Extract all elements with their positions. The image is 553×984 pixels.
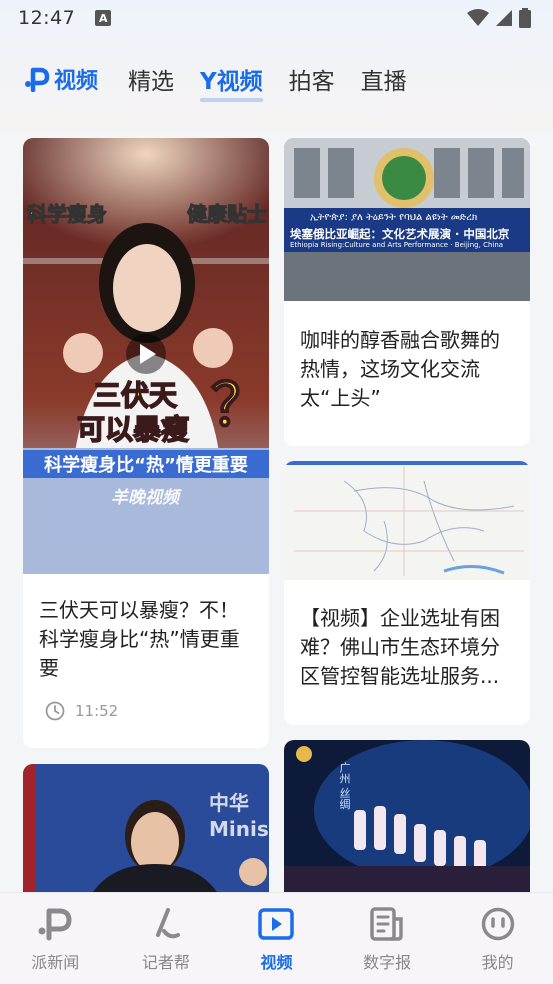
overlay-banner: 科学瘦身比“热”情更重要	[23, 450, 269, 478]
banner-line-3: Ethiopia Rising:Culture and Arts Perform…	[290, 241, 504, 249]
duration-text: 11:52	[75, 702, 119, 720]
map-thumbnail-art	[284, 461, 530, 580]
overlay-top-left: 科学瘦身	[27, 202, 108, 227]
bottom-tab-label: 派新闻	[31, 953, 80, 972]
overlay-question-mark: ？	[210, 370, 269, 440]
status-indicators	[467, 8, 531, 28]
pai-logo-icon	[25, 67, 50, 92]
bottom-tab-pai-news[interactable]: 派新闻	[10, 907, 100, 973]
bottom-tab-digital-paper[interactable]: 数字报	[342, 907, 432, 973]
video-card-4[interactable]: 中华 Minis	[23, 764, 269, 892]
brand-video-logo[interactable]: 视频	[24, 63, 98, 95]
video-play-icon	[258, 908, 295, 940]
brand-label: 视频	[54, 69, 99, 94]
signal-icon	[496, 10, 512, 26]
thumbnail-art	[284, 740, 530, 892]
clock-icon	[45, 701, 65, 721]
video-thumbnail: ኢትዮጵያ: ያለ ትዕይንት የባህል ልዩነት መድረክ 埃塞俄比亚崛起：文…	[284, 138, 530, 301]
banner-line-1: ኢትዮጵያ: ያለ ትዕይንት የባህል ልዩነት መድረክ	[310, 212, 478, 223]
overlay-headline-2: 可以暴瘦	[76, 412, 190, 447]
bottom-tab-mine[interactable]: 我的	[453, 907, 543, 973]
profile-face-icon	[481, 907, 514, 941]
newspaper-icon	[370, 907, 403, 941]
tab-live[interactable]: 直播	[361, 62, 407, 96]
watermark-logo: 羊晚视频	[111, 488, 179, 508]
battery-icon	[519, 8, 531, 28]
status-bar: 12:47 A	[0, 0, 553, 36]
bottom-tab-label: 数字报	[363, 953, 412, 972]
overlay-text: 广州 丝绸	[338, 762, 351, 810]
video-card-2[interactable]: ኢትዮጵያ: ያለ ትዕይንት የባህል ልዩነት መድረክ 埃塞俄比亚崛起：文…	[284, 138, 530, 446]
banner-line-2: 埃塞俄比亚崛起：文化艺术展演 · 中国北京	[290, 227, 510, 241]
status-time: 12:47	[18, 7, 76, 29]
overlay-top-right: 健康贴士	[187, 202, 268, 227]
card-title: 咖啡的醇香融合歌舞的热情，这场文化交流太“上头”	[300, 328, 500, 410]
duration-row: 11:52	[45, 701, 118, 721]
overlay-text: 中华 Minis	[209, 791, 269, 841]
video-card-1[interactable]: 科学瘦身 健康贴士 三伏天 可以暴瘦 ？ 科学瘦身比“热”情更重要 羊晚视频 三…	[23, 138, 269, 748]
tab-paike[interactable]: 拍客	[289, 62, 335, 96]
notification-a-icon: A	[95, 10, 112, 26]
overlay-banner-text: 科学瘦身比“热”情更重要	[44, 455, 248, 476]
tab-y-video[interactable]: Y视频	[200, 62, 263, 102]
wifi-icon	[467, 9, 489, 26]
top-tab-bar: 视频 精选 Y视频 拍客 直播	[0, 56, 553, 102]
video-thumbnail	[284, 461, 530, 580]
bottom-tab-video[interactable]: 视频	[231, 907, 321, 973]
bottom-tab-label: 视频	[260, 953, 293, 972]
bottom-tab-label: 记者帮	[141, 953, 190, 972]
card-title: 三伏天可以暴瘦？不！科学瘦身比“热”情更重要	[39, 598, 240, 680]
bottom-tab-bar: 派新闻 记者帮 视频 数字报 我的	[0, 892, 553, 984]
tab-featured[interactable]: 精选	[128, 62, 174, 96]
bottom-tab-reporter-help[interactable]: 记者帮	[121, 907, 211, 973]
video-card-5[interactable]: 广州 丝绸	[284, 740, 530, 892]
video-card-3[interactable]: 【视频】企业选址有困难？佛山市生态环境分区管控智能选址服务...	[284, 461, 530, 725]
card-title: 【视频】企业选址有困难？佛山市生态环境分区管控智能选址服务...	[300, 606, 500, 688]
bottom-tab-label: 我的	[481, 953, 514, 972]
video-thumbnail: 科学瘦身 健康贴士 三伏天 可以暴瘦 ？ 科学瘦身比“热”情更重要 羊晚视频	[23, 138, 269, 574]
pai-logo-icon	[38, 908, 72, 941]
reporter-pen-icon	[155, 908, 180, 939]
